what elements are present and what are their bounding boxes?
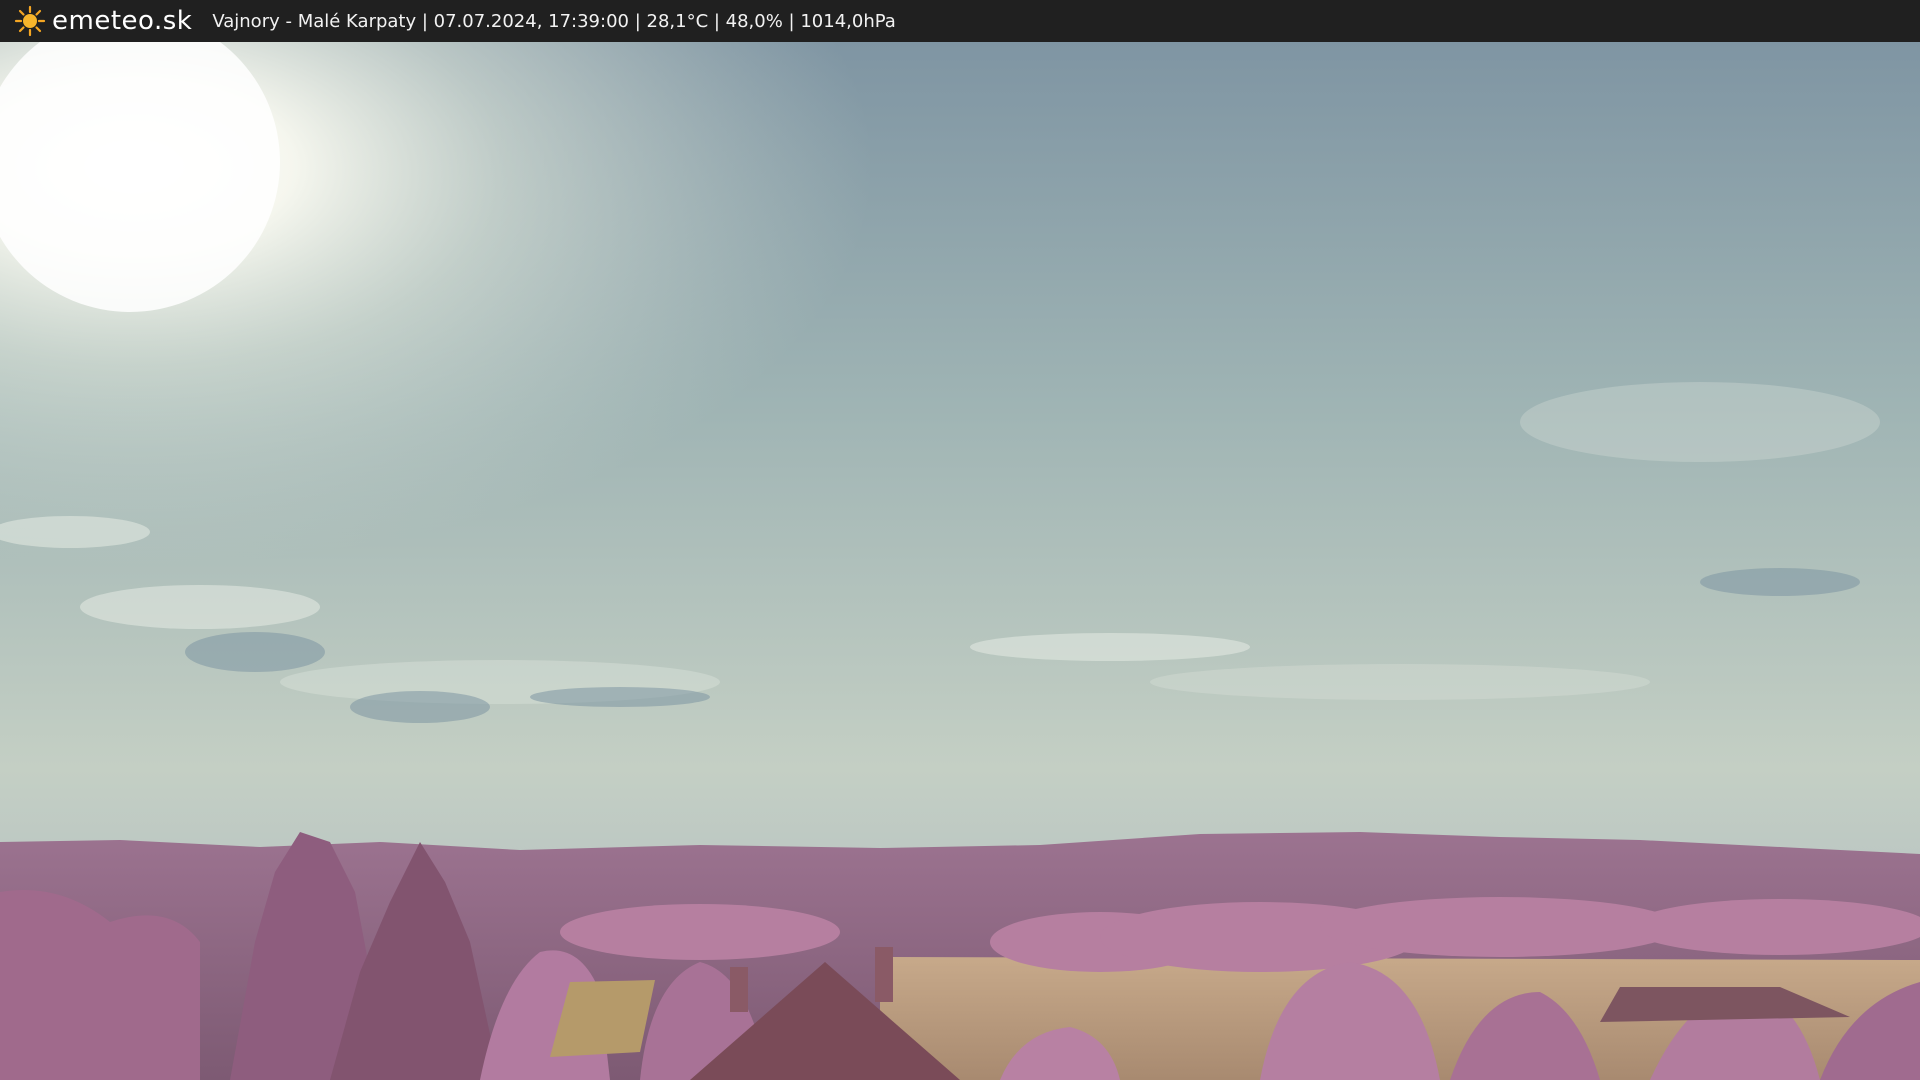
logo-text: emeteo.sk xyxy=(52,6,193,36)
webcam-image xyxy=(0,42,1920,1080)
webcam-caption: Vajnory - Malé Karpaty | 07.07.2024, 17:… xyxy=(212,10,896,32)
top-bar: emeteo.sk Vajnory - Malé Karpaty | 07.07… xyxy=(0,0,1920,42)
landscape-photo xyxy=(0,42,1920,1080)
sun-icon xyxy=(14,5,46,37)
site-logo[interactable]: emeteo.sk xyxy=(14,5,192,37)
